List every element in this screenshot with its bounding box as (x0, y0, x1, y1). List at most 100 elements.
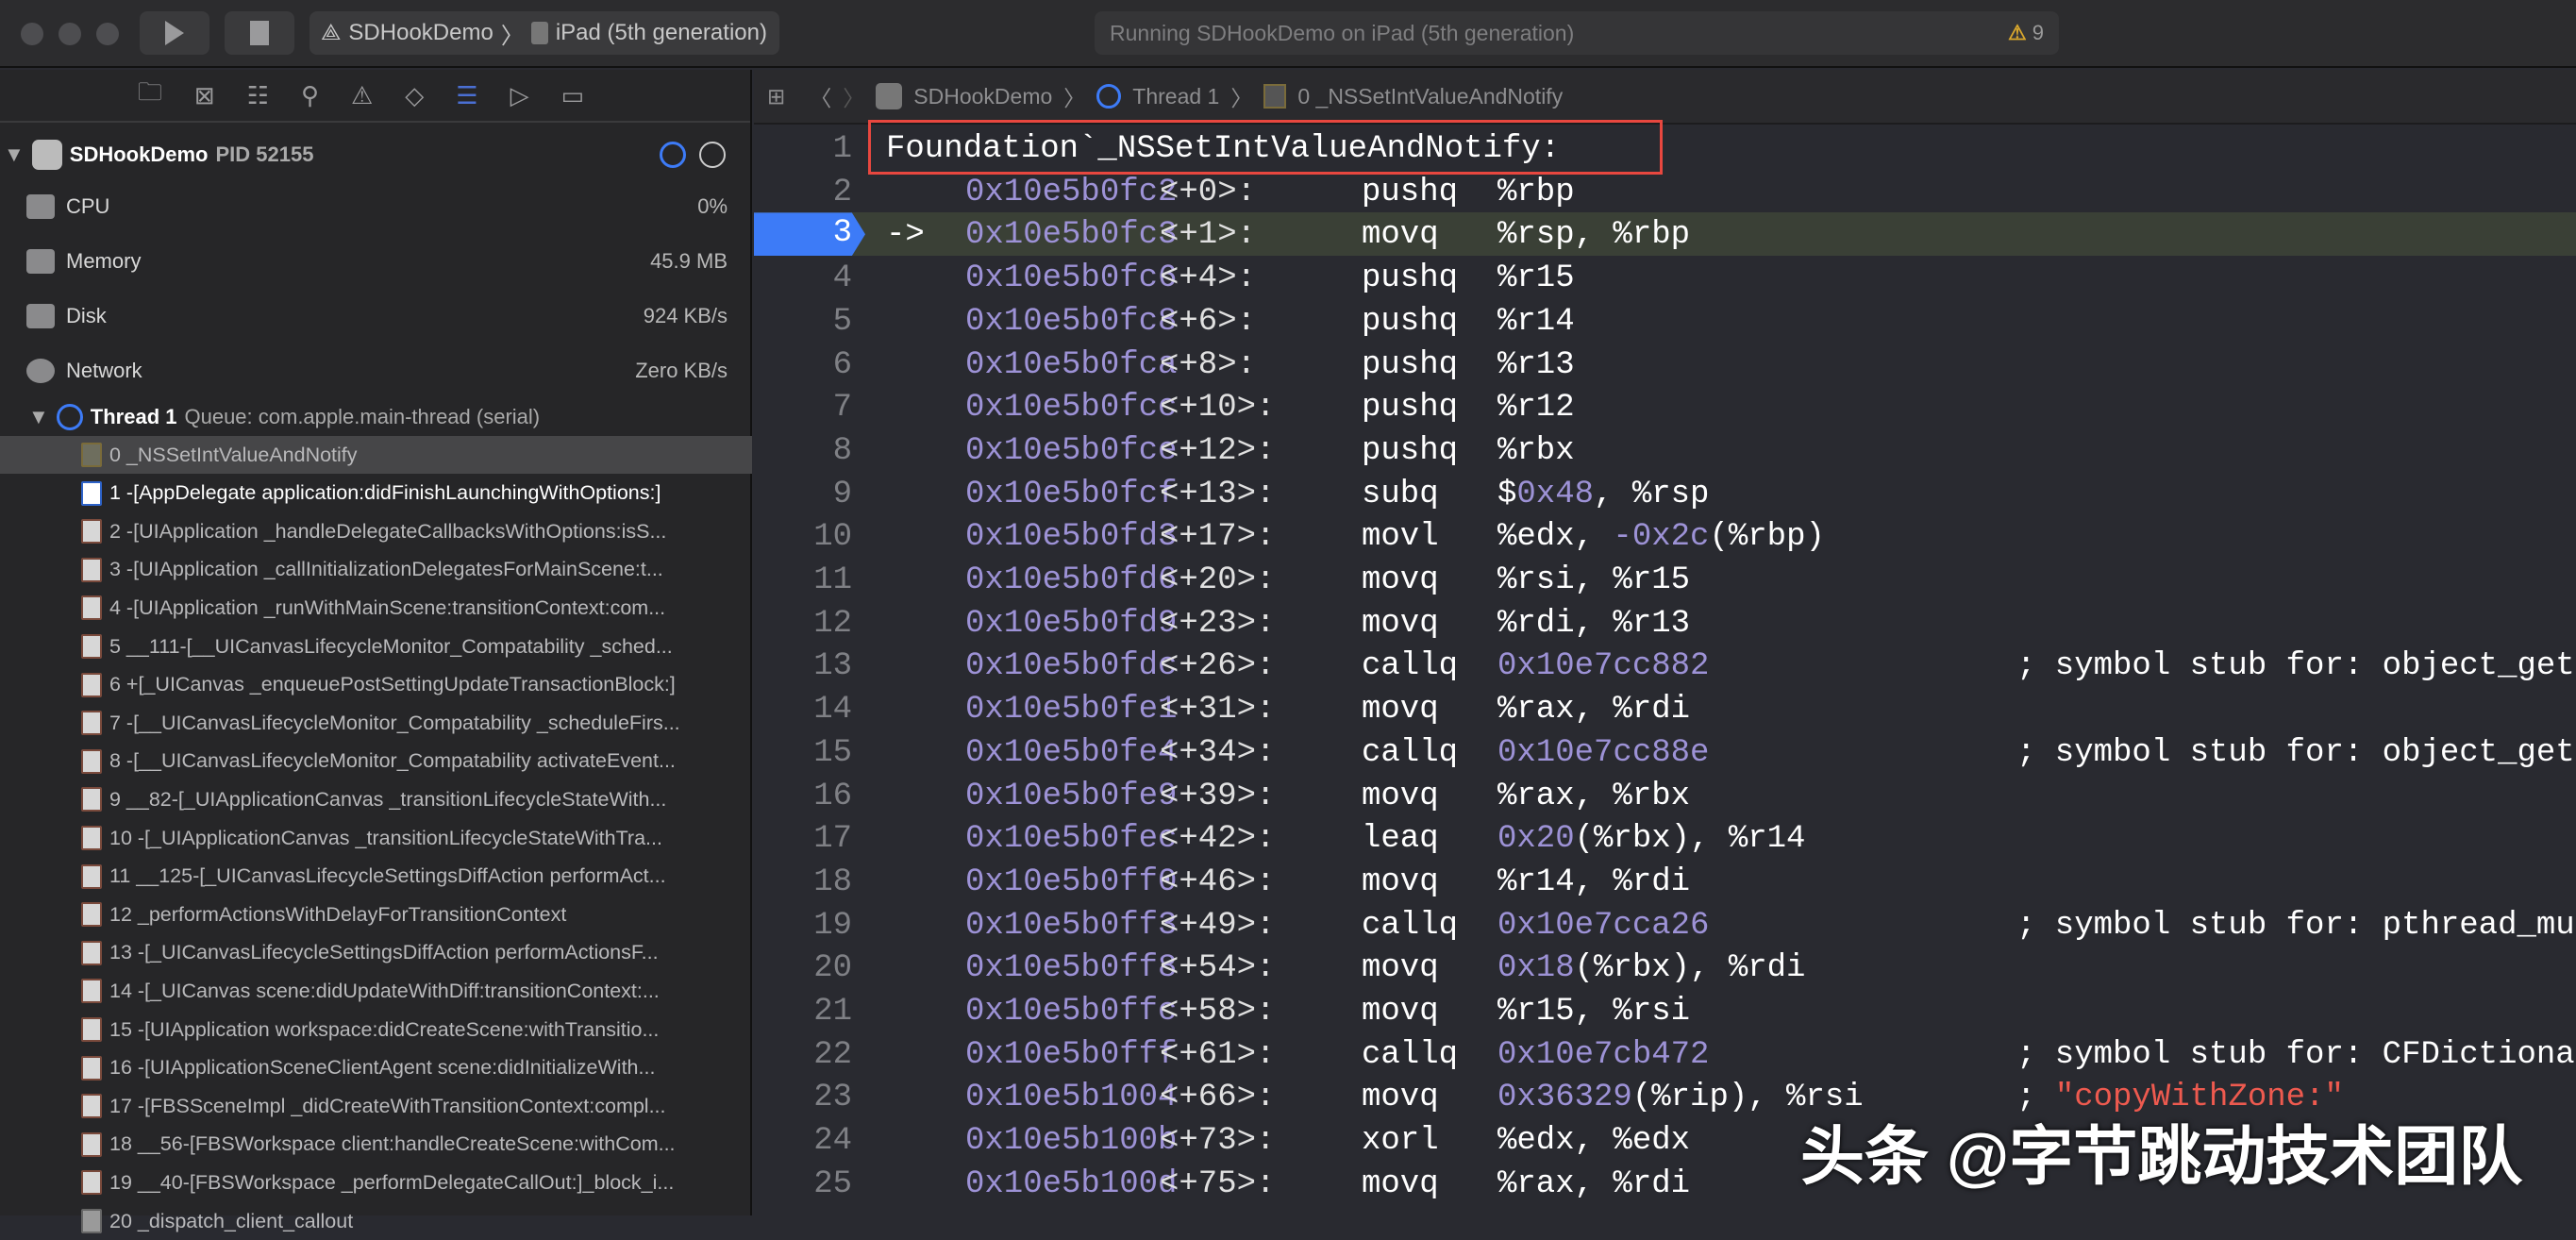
stack-frame-row[interactable]: 10 -[_UIApplicationCanvas _transitionLif… (0, 819, 752, 857)
instruction-mnemonic: callq (1362, 1037, 1458, 1073)
stack-frame-row[interactable]: 6 +[_UICanvas _enqueuePostSettingUpdateT… (0, 666, 752, 704)
find-navigator-icon[interactable]: ⚲ (301, 81, 319, 110)
stack-frame-row[interactable]: 3 -[UIApplication _callInitializationDel… (0, 551, 752, 589)
disassembly-editor[interactable]: 1 Foundation`_NSSetIntValueAndNotify: 20… (754, 126, 2576, 1215)
stack-frame-row[interactable]: 17 -[FBSSceneImpl _didCreateWithTransiti… (0, 1087, 752, 1125)
debug-navigator-icon[interactable]: ☰ (456, 81, 477, 110)
source-control-icon[interactable]: ⊠ (194, 81, 215, 110)
line-number: 25 (754, 1166, 852, 1202)
close-window-button[interactable] (21, 23, 43, 45)
related-items-icon[interactable]: ⊞ (767, 84, 785, 109)
code-line: 90x10e5b0fcf<+13>:subq$0x48, %rsp (754, 472, 2576, 515)
stack-frame-row[interactable]: 13 -[_UICanvasLifecycleSettingsDiffActio… (0, 934, 752, 972)
breadcrumb-project[interactable]: SDHookDemo (913, 84, 1052, 109)
instruction-operands: %rsi, %r15 (1497, 562, 1690, 598)
instruction-offset: <+42>: (1160, 821, 1275, 857)
scheme-selector[interactable]: ⟁ SDHookDemo 〉 iPad (5th generation) (309, 11, 779, 55)
gauge-label: Network (66, 359, 142, 383)
stop-button[interactable] (225, 11, 294, 55)
breadcrumb-frame[interactable]: 0 _NSSetIntValueAndNotify (1297, 84, 1563, 109)
code-line: 3->0x10e5b0fc3<+1>:movq%rsp, %rbp (754, 212, 2576, 256)
instruction-comment: ; symbol stub for: object_get (2016, 648, 2575, 684)
test-navigator-icon[interactable]: ◇ (405, 81, 424, 110)
instruction-operands: 0x10e7cc88e (1497, 735, 1709, 771)
stack-frame-row[interactable]: 5 __111-[__UICanvasLifecycleMonitor_Comp… (0, 628, 752, 665)
current-line-indicator[interactable]: 3 (754, 212, 865, 256)
operand-text: %rdi, %r13 (1497, 606, 1690, 642)
stack-frame-row[interactable]: 15 -[UIApplication workspace:didCreateSc… (0, 1011, 752, 1048)
instruction-mnemonic: movq (1362, 606, 1439, 642)
gauge-memory[interactable]: Memory45.9 MB (0, 238, 752, 285)
framework-briefcase-icon (81, 1017, 102, 1042)
system-gear-icon (81, 1209, 102, 1233)
framework-briefcase-icon (81, 979, 102, 1003)
thread-row[interactable]: ▼ Thread 1 Queue: com.apple.main-thread … (0, 398, 752, 436)
instruction-address: 0x10e5b0fc2 (965, 175, 1177, 210)
stack-frame-row[interactable]: 19 __40-[FBSWorkspace _performDelegateCa… (0, 1164, 752, 1201)
run-button[interactable] (140, 11, 209, 55)
instruction-address: 0x10e5b0fec (965, 821, 1177, 857)
thread-name: Thread 1 (91, 405, 177, 429)
stack-frame-row[interactable]: 16 -[UIApplicationSceneClientAgent scene… (0, 1049, 752, 1087)
stack-frame-row[interactable]: 7 -[__UICanvasLifecycleMonitor_Compatabi… (0, 704, 752, 742)
instruction-address: 0x10e5b0fcf (965, 477, 1177, 512)
stack-frame-row[interactable]: 4 -[UIApplication _runWithMainScene:tran… (0, 589, 752, 627)
report-navigator-icon[interactable]: ▭ (561, 81, 585, 110)
thread-queue: Queue: com.apple.main-thread (serial) (184, 405, 540, 429)
back-button[interactable]: 〈 (810, 80, 831, 112)
stack-frame-row[interactable]: 14 -[_UICanvas scene:didUpdateWithDiff:t… (0, 972, 752, 1010)
instruction-address: 0x10e5b0fd6 (965, 562, 1177, 598)
gauge-network[interactable]: NetworkZero KB/s (0, 347, 752, 394)
breakpoint-navigator-icon[interactable]: ▷ (510, 81, 529, 110)
code-line: 20x10e5b0fc2<+0>:pushq%rbp (754, 170, 2576, 213)
stack-frame-row[interactable]: 8 -[__UICanvasLifecycleMonitor_Compatabi… (0, 743, 752, 780)
instruction-offset: <+61>: (1160, 1037, 1275, 1073)
stack-frame-row[interactable]: 18 __56-[FBSWorkspace client:handleCreat… (0, 1126, 752, 1164)
gauge-toggle-icon[interactable] (660, 142, 686, 168)
stack-frame-label: 9 __82-[_UIApplicationCanvas _transition… (109, 788, 666, 812)
thread-filter-icon[interactable] (699, 142, 726, 168)
stack-frame-label: 16 -[UIApplicationSceneClientAgent scene… (109, 1056, 655, 1080)
stack-frame-row[interactable]: 11 __125-[_UICanvasLifecycleSettingsDiff… (0, 858, 752, 896)
watermark: 头条 @字节跳动技术团队 (1800, 1104, 2522, 1198)
warnings-badge[interactable]: ⚠9 (2008, 21, 2044, 45)
line-number: 17 (754, 821, 852, 857)
instruction-address: 0x10e5b0ff3 (965, 908, 1177, 944)
stack-frame-row[interactable]: 0 _NSSetIntValueAndNotify (0, 436, 752, 474)
symbol-navigator-icon[interactable]: ☷ (247, 81, 269, 110)
project-navigator-icon[interactable]: 🗀 (138, 75, 162, 116)
process-row[interactable]: ▼ SDHookDemo PID 52155 (0, 136, 752, 174)
instruction-operands: 0x10e7cb472 (1497, 1037, 1709, 1073)
stack-frame-row[interactable]: 12 _performActionsWithDelayForTransition… (0, 896, 752, 933)
disclosure-triangle-icon[interactable]: ▼ (28, 405, 49, 429)
instruction-offset: <+23>: (1160, 606, 1275, 642)
frame-icon (1263, 84, 1286, 109)
instruction-operands: 0x10e7cca26 (1497, 908, 1709, 944)
breadcrumb-thread[interactable]: Thread 1 (1132, 84, 1219, 109)
instruction-address: 0x10e5b0ff0 (965, 864, 1177, 900)
minimize-window-button[interactable] (59, 23, 81, 45)
stack-frame-row[interactable]: 20 _dispatch_client_callout (0, 1202, 752, 1240)
gauge-label: Disk (66, 304, 107, 328)
line-number: 23 (754, 1080, 852, 1115)
instruction-offset: <+13>: (1160, 477, 1275, 512)
instruction-offset: <+10>: (1160, 390, 1275, 426)
instruction-address: 0x10e5b0fff (965, 1037, 1177, 1073)
library-frame-icon (81, 443, 102, 467)
app-icon (32, 140, 62, 170)
zoom-window-button[interactable] (96, 23, 119, 45)
numeric-literal: 0x10e7cc882 (1497, 648, 1709, 684)
gauge-disk[interactable]: Disk924 KB/s (0, 293, 752, 340)
disclosure-triangle-icon[interactable]: ▼ (4, 142, 25, 167)
device-name[interactable]: iPad (5th generation) (556, 20, 767, 46)
issue-navigator-icon[interactable]: ⚠ (351, 81, 373, 110)
stack-frame-label: 12 _performActionsWithDelayForTransition… (109, 903, 566, 927)
operand-text: , %rsp (1594, 477, 1709, 512)
stack-frame-row[interactable]: 2 -[UIApplication _handleDelegateCallbac… (0, 512, 752, 550)
stack-frame-row[interactable]: 9 __82-[_UIApplicationCanvas _transition… (0, 780, 752, 818)
stack-frame-row[interactable]: 1 -[AppDelegate application:didFinishLau… (0, 475, 752, 512)
forward-button[interactable]: 〉 (843, 80, 864, 112)
scheme-name[interactable]: SDHookDemo (348, 20, 493, 46)
chevron-right-icon: 〉 (501, 17, 524, 50)
gauge-cpu[interactable]: CPU0% (0, 183, 752, 230)
